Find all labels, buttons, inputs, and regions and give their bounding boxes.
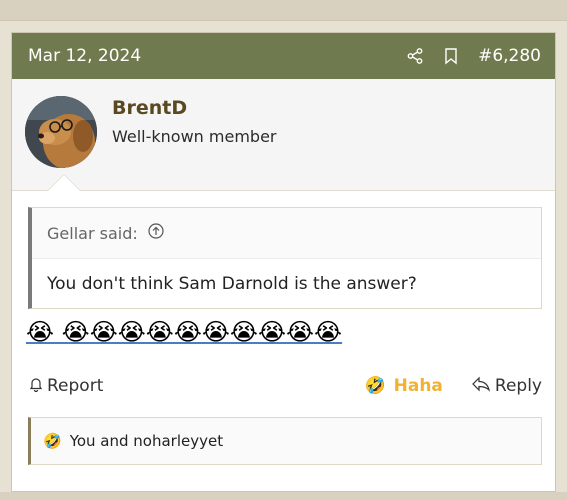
post-tools: #6,280 [406, 46, 541, 66]
pointer-arrow [48, 175, 80, 191]
avatar[interactable] [25, 96, 97, 168]
rofl-emoji-icon: 🤣 [43, 432, 62, 450]
quote-block: Gellar said: You don't think Sam Darnold… [28, 207, 542, 309]
haha-reaction-button[interactable]: 🤣 Haha [364, 376, 442, 396]
share-icon[interactable] [406, 47, 424, 65]
haha-label: Haha [393, 376, 443, 396]
quote-header[interactable]: Gellar said: [32, 208, 541, 259]
report-label: Report [47, 376, 104, 396]
bottom-strip [0, 492, 567, 500]
top-strip [0, 0, 567, 21]
reactions-text: You and noharleyyet [69, 432, 224, 450]
reactions-summary[interactable]: 🤣 You and noharleyyet [28, 417, 542, 465]
post-date[interactable]: Mar 12, 2024 [28, 46, 406, 66]
post-actions: Report 🤣 Haha Reply [28, 371, 542, 401]
bell-icon [28, 376, 44, 397]
message-emojis: 😭 😭😭😭😭😭😭😭😭😭😭 [26, 318, 343, 346]
user-info: BrentD Well-known member [12, 79, 555, 191]
quote-author: Gellar said: [47, 223, 138, 243]
post-header: Mar 12, 2024 #6,280 [12, 33, 555, 79]
reply-arrow-icon [471, 376, 491, 397]
username[interactable]: BrentD [112, 97, 187, 119]
forum-post: Mar 12, 2024 #6,280 BrentD Well-known me… [11, 32, 556, 492]
post-number[interactable]: #6,280 [478, 46, 541, 66]
bookmark-icon[interactable] [442, 47, 460, 65]
quote-text: You don't think Sam Darnold is the answe… [47, 274, 417, 294]
rofl-emoji-icon: 🤣 [364, 376, 386, 396]
report-button[interactable]: Report [28, 376, 103, 397]
arrow-up-circle-icon[interactable] [148, 223, 164, 243]
user-title: Well-known member [112, 127, 277, 146]
reply-label: Reply [494, 376, 542, 396]
reply-button[interactable]: Reply [471, 376, 542, 397]
